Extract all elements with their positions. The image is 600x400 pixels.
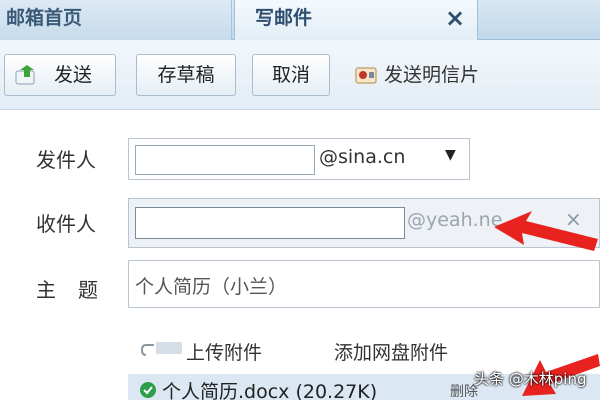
from-username-input[interactable] xyxy=(135,145,315,175)
from-label: 发件人 xyxy=(36,148,96,172)
add-netdisk-attachment-link[interactable]: 添加网盘附件 xyxy=(334,338,448,365)
paperclip-icon xyxy=(140,342,182,356)
postcard-icon xyxy=(355,67,377,84)
subject-label: 主题 xyxy=(36,278,120,302)
to-label: 收件人 xyxy=(36,212,96,236)
to-domain-hint: @yeah.ne xyxy=(407,209,503,231)
toolbar: 发送 存草稿 取消 发送明信片 xyxy=(0,40,600,110)
tab-bar: 邮箱首页 写邮件 × xyxy=(0,0,600,40)
from-field[interactable]: @sina.cn ▼ xyxy=(128,138,470,180)
send-icon xyxy=(15,65,35,85)
compose-form: 发件人 @sina.cn ▼ 收件人 @yeah.ne × 主题 个人简历（小兰… xyxy=(0,110,600,400)
tab-inbox[interactable]: 邮箱首页 xyxy=(0,0,232,40)
send-button[interactable]: 发送 xyxy=(4,54,116,96)
send-postcard-label: 发送明信片 xyxy=(384,64,480,86)
cancel-label: 取消 xyxy=(271,64,310,86)
subject-field[interactable]: 个人简历（小兰） xyxy=(128,260,600,308)
attachment-filename: 个人简历.docx (20.27K) xyxy=(162,381,378,400)
save-draft-label: 存草稿 xyxy=(157,64,215,86)
subject-input-value: 个人简历（小兰） xyxy=(135,276,288,298)
send-label: 发送 xyxy=(53,64,92,86)
annotation-arrow-recipient xyxy=(494,211,598,251)
upload-attachment-link[interactable]: 上传附件 xyxy=(140,338,262,365)
chevron-down-icon[interactable]: ▼ xyxy=(445,147,456,163)
file-icon xyxy=(140,382,156,398)
to-address-input[interactable] xyxy=(135,207,405,239)
from-domain-value: @sina.cn xyxy=(319,146,406,168)
send-postcard-link[interactable]: 发送明信片 xyxy=(348,54,479,96)
cancel-button[interactable]: 取消 xyxy=(252,54,330,96)
watermark: 头条 @木林ping xyxy=(474,370,587,388)
upload-attachment-label: 上传附件 xyxy=(186,342,263,364)
close-icon[interactable]: × xyxy=(438,0,472,36)
save-draft-button[interactable]: 存草稿 xyxy=(136,54,236,96)
